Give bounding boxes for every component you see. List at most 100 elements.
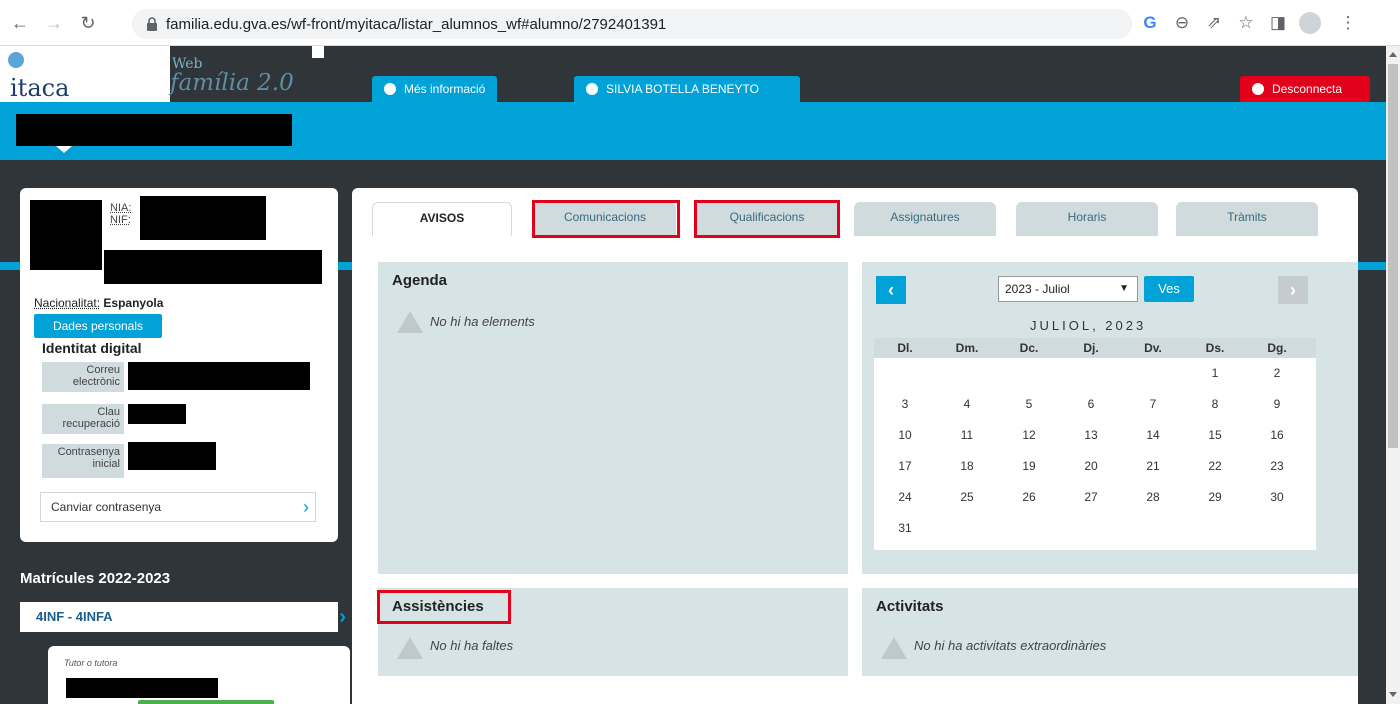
user-button[interactable]: SILVIA BOTELLA BENEYTO (574, 76, 800, 102)
calendar-day[interactable]: 14 (1122, 428, 1184, 442)
activitats-empty: No hi ha activitats extraordinàries (914, 638, 1107, 653)
calendar-day[interactable]: 19 (998, 459, 1060, 473)
calendar-day[interactable]: 4 (936, 397, 998, 411)
dades-personals-button[interactable]: Dades personals (34, 314, 162, 338)
familia-label: família 2.0 (170, 70, 294, 96)
tab-avisos[interactable]: AVISOS (372, 202, 512, 238)
calendar-day[interactable]: 24 (874, 490, 936, 504)
scroll-up-icon[interactable] (1389, 52, 1397, 57)
forward-icon[interactable]: → (42, 11, 66, 35)
back-icon[interactable]: ← (8, 11, 32, 35)
warning-icon (397, 311, 423, 333)
calendar-weekday: Dl. (897, 341, 913, 355)
calendar-month-select[interactable]: 2023 - Juliol ▼ (998, 276, 1138, 302)
identitat-digital-title: Identitat digital (42, 340, 142, 356)
calendar-weekday: Dj. (1083, 341, 1099, 355)
calendar-day[interactable]: 10 (874, 428, 936, 442)
calendar-day[interactable]: 21 (1122, 459, 1184, 473)
agenda-empty: No hi ha elements (430, 314, 535, 329)
power-icon (1252, 83, 1264, 95)
side-panel-icon[interactable]: ◨ (1266, 11, 1290, 35)
chevron-down-icon: ▼ (1119, 283, 1129, 294)
redacted-info (104, 250, 322, 284)
app-header: itaca Web família 2.0 Més informació SIL… (0, 46, 1386, 102)
student-card: NIA: NIF: Nacionalitat: Espanyola Dades … (20, 188, 338, 542)
info-icon (384, 83, 396, 95)
page-scrollbar[interactable] (1386, 46, 1400, 704)
nationality: Nacionalitat: Espanyola (34, 296, 164, 310)
calendar-day[interactable]: 20 (1060, 459, 1122, 473)
mes-informacio-button[interactable]: Més informació (372, 76, 498, 102)
calendar-day[interactable]: 30 (1246, 490, 1308, 504)
calendar-day[interactable]: 12 (998, 428, 1060, 442)
blue-strip (0, 262, 20, 270)
calendar-day[interactable]: 11 (936, 428, 998, 442)
redacted-email (128, 362, 310, 390)
lock-icon (147, 17, 157, 31)
calendar-day[interactable]: 1 (1184, 366, 1246, 380)
agenda-panel: Agenda No hi ha elements (378, 262, 848, 574)
calendar-day[interactable]: 16 (1246, 428, 1308, 442)
calendar-day[interactable]: 13 (1060, 428, 1122, 442)
chevron-down-icon[interactable] (56, 146, 72, 153)
calendar-day[interactable]: 15 (1184, 428, 1246, 442)
calendar-day[interactable]: 28 (1122, 490, 1184, 504)
calendar-weekday: Dv. (1144, 341, 1162, 355)
calendar-day[interactable]: 17 (874, 459, 936, 473)
tutor-label: Tutor o tutora (64, 658, 118, 668)
calendar-day[interactable]: 23 (1246, 459, 1308, 473)
tutor-button[interactable] (138, 700, 274, 704)
disconnect-button[interactable]: Desconnecta (1240, 76, 1370, 102)
bookmark-star-icon[interactable]: ☆ (1234, 11, 1258, 35)
reload-icon[interactable]: ↻ (76, 11, 100, 35)
calendar-day[interactable]: 29 (1184, 490, 1246, 504)
kebab-menu-icon[interactable]: ⋮ (1336, 11, 1360, 35)
calendar-day[interactable]: 3 (874, 397, 936, 411)
calendar-day[interactable]: 7 (1122, 397, 1184, 411)
calendar-next-button[interactable]: › (1278, 276, 1308, 304)
calendar-day[interactable]: 5 (998, 397, 1060, 411)
address-bar[interactable]: familia.edu.gva.es/wf-front/myitaca/list… (132, 9, 1132, 39)
calendar-grid: Dl. Dm. Dc. Dj. Dv. Ds. Dg. 1 2 3 4 5 6 7 8 9 10 11 12 13 1… (874, 338, 1316, 550)
calendar-day[interactable]: 31 (874, 521, 936, 535)
redacted-photo (30, 200, 102, 270)
tutor-card: Tutor o tutora (48, 646, 350, 704)
calendar-day[interactable]: 9 (1246, 397, 1308, 411)
tab-horaris[interactable]: Horaris (1016, 202, 1158, 236)
calendar-day[interactable]: 6 (1060, 397, 1122, 411)
header-square (312, 46, 324, 58)
matricula-item[interactable]: 4INF - 4INFA › (20, 602, 346, 632)
redacted-tutor (66, 678, 218, 698)
calendar-weekday: Dm. (955, 341, 979, 355)
correu-label: Correu electrònic (42, 362, 124, 392)
url-text: familia.edu.gva.es/wf-front/myitaca/list… (166, 16, 667, 33)
calendar-day[interactable]: 25 (936, 490, 998, 504)
contrasenya-label: Contrasenya inicial (42, 444, 124, 478)
user-icon (586, 83, 598, 95)
clau-label: Clau recuperació (42, 404, 124, 434)
activitats-title: Activitats (876, 598, 944, 615)
itaca-logo[interactable]: itaca (0, 46, 170, 102)
calendar-day[interactable]: 18 (936, 459, 998, 473)
scroll-thumb[interactable] (1388, 64, 1398, 448)
profile-avatar-icon[interactable] (1298, 11, 1322, 35)
highlight-assistencies (377, 590, 511, 624)
calendar-day[interactable]: 22 (1184, 459, 1246, 473)
zoom-icon[interactable]: ⊖ (1170, 11, 1194, 35)
share-icon[interactable]: ⇗ (1202, 11, 1226, 35)
nif-label: NIF: (110, 214, 131, 226)
calendar-day[interactable]: 8 (1184, 397, 1246, 411)
matricules-title: Matrícules 2022-2023 (20, 570, 171, 587)
tab-assignatures[interactable]: Assignatures (854, 202, 996, 236)
tab-tramits[interactable]: Tràmits (1176, 202, 1318, 236)
calendar-prev-button[interactable]: ‹ (876, 276, 906, 304)
canviar-contrasenya-link[interactable]: Canviar contrasenya › (40, 492, 316, 522)
agenda-title: Agenda (392, 272, 448, 289)
scroll-down-icon[interactable] (1389, 692, 1397, 697)
calendar-ves-button[interactable]: Ves (1144, 276, 1194, 302)
calendar-weekday-row: Dl. Dm. Dc. Dj. Dv. Ds. Dg. (874, 338, 1316, 358)
calendar-day[interactable]: 26 (998, 490, 1060, 504)
calendar-day[interactable]: 2 (1246, 366, 1308, 380)
google-icon[interactable]: G (1138, 11, 1162, 35)
calendar-day[interactable]: 27 (1060, 490, 1122, 504)
